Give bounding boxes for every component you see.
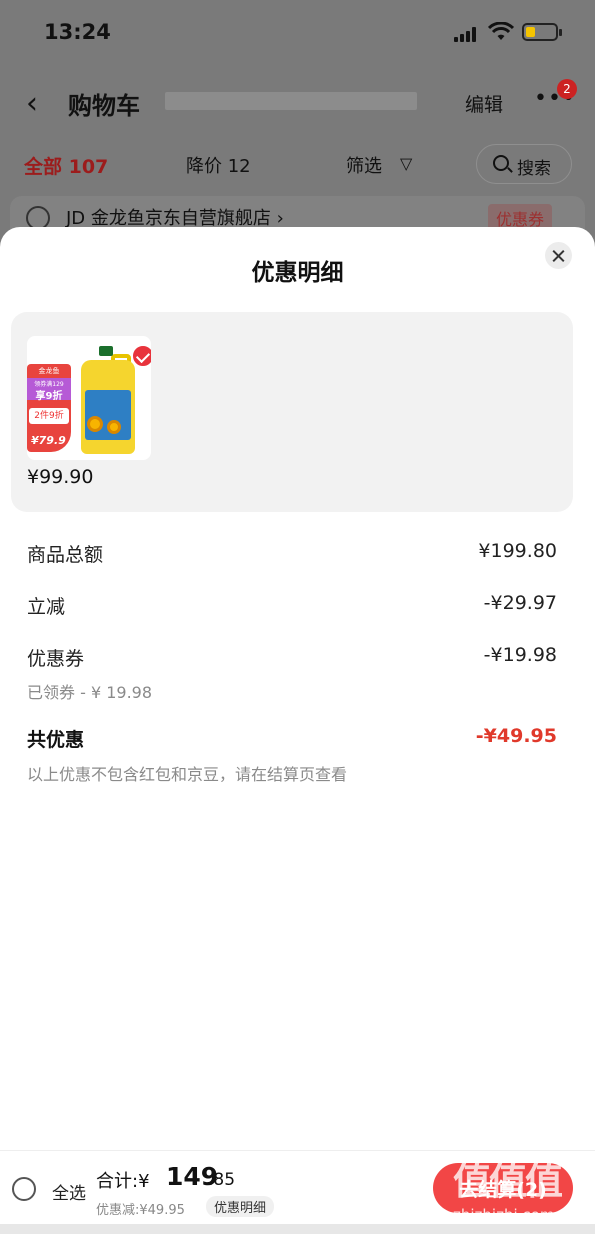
watermark-logo: 值值值: [453, 1159, 563, 1203]
promo-tag: 2件9折: [29, 408, 69, 424]
product-card: 金龙鱼 领券满129 享9折 2件9折 ¥79.9 ¥99.90: [11, 312, 573, 512]
signal-icon: [454, 26, 480, 42]
watermark: 值值值 zhizhizhi.com: [445, 1150, 595, 1234]
cart-tabs: 全部 107 降价 12 筛选 ▽ 搜索: [0, 140, 595, 190]
tab-price-drop[interactable]: 降价 12: [186, 152, 251, 178]
subtotal-value: ¥199.80: [478, 540, 557, 562]
instant-discount-row: 立减 -¥29.97: [27, 592, 557, 622]
subtotal-label: 商品总额: [27, 544, 104, 566]
status-bar: 13:24: [0, 0, 595, 66]
discount-summary: 优惠减:¥49.95: [96, 1203, 185, 1218]
search-icon: [493, 155, 509, 171]
nav-bar: ‹ 购物车 编辑 •••: [0, 70, 595, 130]
coupon-row: 优惠券 -¥19.98: [27, 644, 557, 674]
promo-strip: 金龙鱼 领券满129 享9折 2件9折 ¥79.9: [27, 364, 71, 452]
edit-button[interactable]: 编辑: [465, 90, 503, 117]
more-badge: 2: [557, 79, 577, 99]
status-time: 13:24: [44, 20, 111, 44]
coupon-value: -¥19.98: [483, 644, 557, 666]
sheet-title: 优惠明细: [251, 260, 344, 286]
redacted-address: [165, 92, 417, 110]
close-icon[interactable]: [545, 242, 572, 269]
tab-all[interactable]: 全部 107: [24, 152, 108, 179]
instant-label: 立减: [27, 596, 66, 618]
search-button[interactable]: 搜索: [476, 144, 572, 184]
battery-icon: [522, 23, 562, 41]
select-all-checkbox[interactable]: [12, 1177, 36, 1201]
filter-icon[interactable]: ▽: [400, 154, 412, 173]
item-price: ¥99.90: [27, 466, 94, 488]
instant-value: -¥29.97: [483, 592, 557, 614]
cart-background: 13:24 ‹ 购物车 编辑 ••• 2 全部 107 降价 12 筛选 ▽ 搜…: [0, 0, 595, 260]
total-discount-label: 共优惠: [27, 729, 85, 751]
subtotal-row: 商品总额 ¥199.80: [27, 540, 557, 570]
total-discount-row: 共优惠 -¥49.95: [27, 725, 557, 755]
coupon-label: 优惠券: [27, 648, 85, 670]
watermark-text: zhizhizhi.com: [453, 1206, 555, 1224]
product-image[interactable]: 金龙鱼 领券满129 享9折 2件9折 ¥79.9: [27, 336, 151, 460]
coupon-sub-text: 已领券 - ¥ 19.98: [27, 683, 153, 702]
promo-coupon: 领券满129 享9折: [27, 378, 71, 402]
oil-bottle-image: [79, 346, 137, 454]
back-icon[interactable]: ‹: [26, 86, 38, 121]
discount-detail-button[interactable]: 优惠明细: [206, 1196, 275, 1217]
total-label: 合计:¥: [96, 1171, 150, 1192]
promo-brand: 金龙鱼: [38, 367, 60, 375]
wifi-icon: [488, 22, 514, 40]
page-title: 购物车: [68, 92, 140, 120]
promo-line2: 享9折: [35, 391, 63, 402]
promo-price: ¥79.9: [31, 434, 66, 447]
discount-detail-sheet: 优惠明细 金龙鱼 领券满129 享9折 2件9折 ¥79.9 ¥99.90 商品…: [0, 227, 595, 1234]
search-label: 搜索: [517, 159, 551, 179]
total-discount-value: -¥49.95: [475, 725, 557, 747]
total-amount-dec: .85: [208, 1170, 236, 1190]
discount-note: 以上优惠不包含红包和京豆，请在结算页查看: [27, 765, 348, 784]
select-all-label[interactable]: 全选: [52, 1179, 86, 1204]
tab-filter[interactable]: 筛选: [346, 152, 382, 178]
selected-check-icon: [131, 344, 151, 368]
